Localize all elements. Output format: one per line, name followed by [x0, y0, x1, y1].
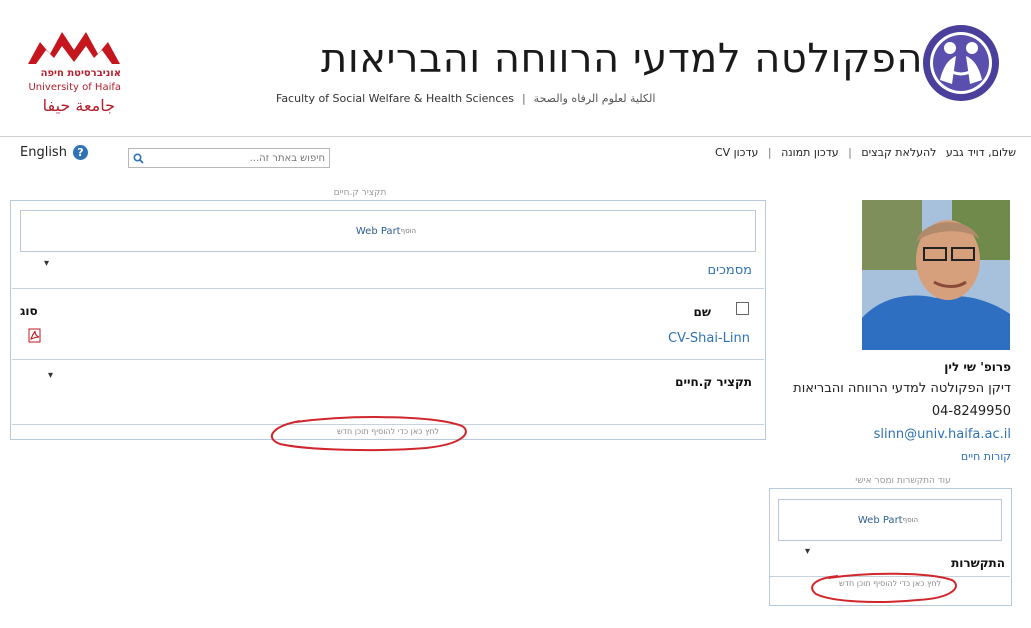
topbar-divider — [0, 136, 1031, 137]
update-cv-link[interactable]: עדכון CV — [715, 146, 758, 159]
university-of-haifa-logo[interactable]: אוניברסיטת חיפה University of Haifa جامع… — [22, 28, 127, 123]
update-photo-link[interactable]: עדכון תמונה — [781, 146, 839, 159]
center-zone-title: תקציר ק.חיים — [333, 188, 387, 198]
english-language-link[interactable]: English ? — [20, 145, 88, 160]
site-search-box[interactable] — [128, 148, 330, 168]
documents-menu-chevron-icon[interactable]: ▾ — [44, 258, 49, 269]
faculty-subtitle-arabic: الكلية لعلوم الرفاه والصحة — [533, 92, 656, 105]
haifa-logo-mark-icon — [28, 32, 120, 64]
link-separator: | — [848, 146, 852, 159]
faculty-title: הפקולטה למדעי הרווחה והבריאות — [321, 36, 923, 82]
search-input[interactable] — [147, 150, 329, 166]
faculty-subtitle-english: Faculty of Social Welfare & Health Scien… — [276, 92, 514, 105]
file-link-cv[interactable]: CV-Shai-Linn — [668, 331, 750, 346]
faculty-subtitle: Faculty of Social Welfare & Health Scien… — [276, 92, 655, 105]
user-links-bar: שלום, דויד גבע להעלאת קבצים | עדכון תמונ… — [712, 146, 1019, 159]
pdf-icon[interactable] — [27, 328, 42, 343]
profile-photo — [862, 200, 1010, 350]
subtitle-separator: | — [521, 92, 526, 105]
add-webpart-hint: הוסף — [400, 227, 417, 235]
select-all-checkbox[interactable] — [736, 302, 749, 315]
column-header-name[interactable]: שם — [694, 305, 711, 319]
help-question-icon[interactable]: ? — [72, 145, 88, 160]
contact-zone-title: עוד התקשרות ומסר אישי — [855, 476, 951, 486]
documents-list — [12, 288, 764, 360]
university-name-arabic: جامعة حيفا — [42, 96, 115, 115]
profile-email-link[interactable]: slinn@univ.haifa.ac.il — [874, 427, 1011, 442]
english-link-label: English — [20, 145, 67, 160]
search-icon[interactable] — [129, 149, 147, 167]
cv-summary-menu-chevron-icon[interactable]: ▾ — [48, 370, 53, 381]
profile-role: דיקן הפקולטה למדעי הרווחה והבריאות — [793, 381, 1011, 396]
column-header-type[interactable]: סוג — [20, 304, 38, 318]
profile-photo-image — [862, 200, 1010, 350]
contact-menu-chevron-icon[interactable]: ▾ — [805, 546, 810, 557]
profile-phone: 04-8249950 — [931, 404, 1011, 419]
link-separator: | — [767, 146, 772, 159]
add-webpart-hint: הוסף — [902, 516, 919, 524]
cv-summary-title[interactable]: תקציר ק.חיים — [675, 375, 752, 389]
greeting-user: שלום, דויד גבע — [945, 146, 1016, 159]
faculty-emblem-icon — [923, 25, 999, 101]
profile-name: פרופ' שי לין — [944, 360, 1011, 374]
red-annotation-ellipse — [811, 572, 957, 603]
cv-link[interactable]: קורות חיים — [961, 450, 1011, 463]
add-webpart-button-contact[interactable]: Web Part הוסף — [778, 499, 1002, 541]
university-name-english: University of Haifa — [28, 82, 121, 93]
red-annotation-ellipse — [270, 416, 467, 452]
university-name-hebrew: אוניברסיטת חיפה — [40, 68, 121, 79]
documents-title[interactable]: מסמכים — [707, 263, 752, 278]
add-webpart-button[interactable]: Web Part הוסף — [20, 210, 756, 252]
add-webpart-label: Web Part — [355, 225, 401, 237]
contact-title[interactable]: התקשרות — [951, 556, 1005, 570]
upload-files-link[interactable]: להעלאת קבצים — [861, 146, 936, 159]
add-webpart-label: Web Part — [857, 514, 903, 526]
